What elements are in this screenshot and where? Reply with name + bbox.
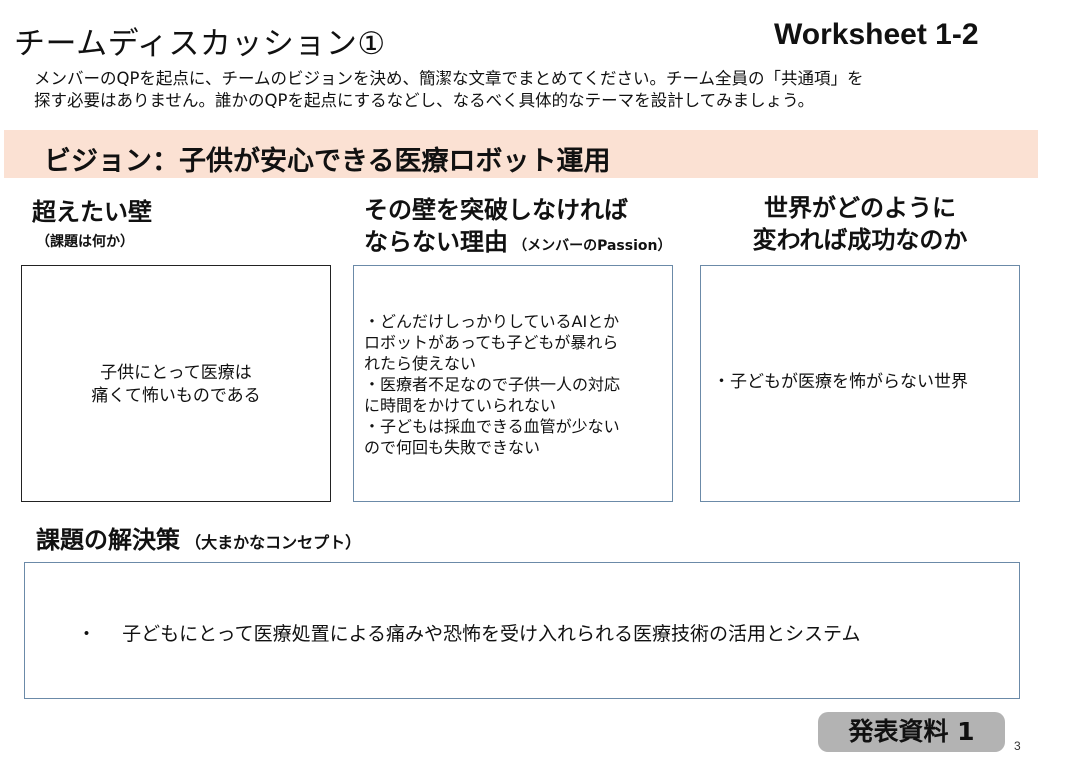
solution-content: 子どもにとって医療処置による痛みや恐怖を受け入れられる医療技術の活用とシステム bbox=[122, 623, 861, 645]
page-number: 3 bbox=[1014, 739, 1021, 753]
solution-bullet: ・ bbox=[77, 623, 97, 645]
wall-box: 子供にとって医療は 痛くて怖いものである bbox=[21, 265, 331, 502]
wall-content-line-1: 子供にとって医療は bbox=[100, 363, 252, 383]
reason-line-2: ロボットがあっても子どもが暴れら bbox=[364, 333, 619, 352]
instructions: メンバーのQPを起点に、チームのビジョンを決め、簡潔な文章でまとめてください。チ… bbox=[34, 68, 1014, 112]
wall-note: （課題は何か） bbox=[36, 234, 134, 250]
solution-note: （大まかなコンセプト） bbox=[185, 533, 362, 552]
reason-line-1: ・どんだけしっかりしているAIとか bbox=[364, 312, 620, 331]
reason-line-5: に時間をかけていられない bbox=[364, 396, 557, 415]
reason-heading-row: ならない理由 （メンバーのPassion） bbox=[364, 226, 671, 258]
reason-heading-line-1: その壁を突破しなければ bbox=[364, 196, 628, 224]
presentation-badge: 発表資料 1 bbox=[818, 712, 1005, 752]
wall-content-line-2: 痛くて怖いものである bbox=[91, 386, 261, 406]
success-content: ・子どもが医療を怖がらない世界 bbox=[713, 372, 968, 392]
instructions-line-1: メンバーのQPを起点に、チームのビジョンを決め、簡潔な文章でまとめてください。チ… bbox=[34, 69, 864, 88]
solution-box: ・ 子どもにとって医療処置による痛みや恐怖を受け入れられる医療技術の活用とシステ… bbox=[24, 562, 1020, 699]
instructions-line-2: 探す必要はありません。誰かのQPを起点にするなどし、なるべく具体的なテーマを設計… bbox=[34, 91, 815, 110]
worksheet-label: Worksheet 1-2 bbox=[774, 18, 979, 51]
solution-heading: 課題の解決策 bbox=[36, 526, 180, 554]
vision-statement: ビジョン：子供が安心できる医療ロボット運用 bbox=[44, 146, 611, 177]
success-heading-line-1: 世界がどのように bbox=[764, 194, 956, 222]
reason-note: （メンバーのPassion） bbox=[513, 238, 672, 254]
reason-heading-line-2: ならない理由 bbox=[364, 228, 508, 256]
page-title: チームディスカッション① bbox=[14, 26, 386, 62]
solution-heading-row: 課題の解決策 （大まかなコンセプト） bbox=[36, 524, 361, 556]
reason-line-7: ので何回も失敗できない bbox=[364, 438, 541, 457]
reason-line-6: ・子どもは採血できる血管が少ない bbox=[364, 417, 620, 436]
reason-box: ・どんだけしっかりしているAIとか ロボットがあっても子どもが暴れら れたら使え… bbox=[353, 265, 673, 502]
success-box: ・子どもが医療を怖がらない世界 bbox=[700, 265, 1020, 502]
success-heading: 世界がどのように 変われば成功なのか bbox=[700, 192, 1020, 256]
reason-line-4: ・医療者不足なので子供一人の対応 bbox=[364, 375, 621, 394]
wall-heading: 超えたい壁 bbox=[32, 198, 152, 226]
success-heading-line-2: 変われば成功なのか bbox=[752, 226, 968, 254]
reason-line-3: れたら使えない bbox=[364, 354, 477, 373]
